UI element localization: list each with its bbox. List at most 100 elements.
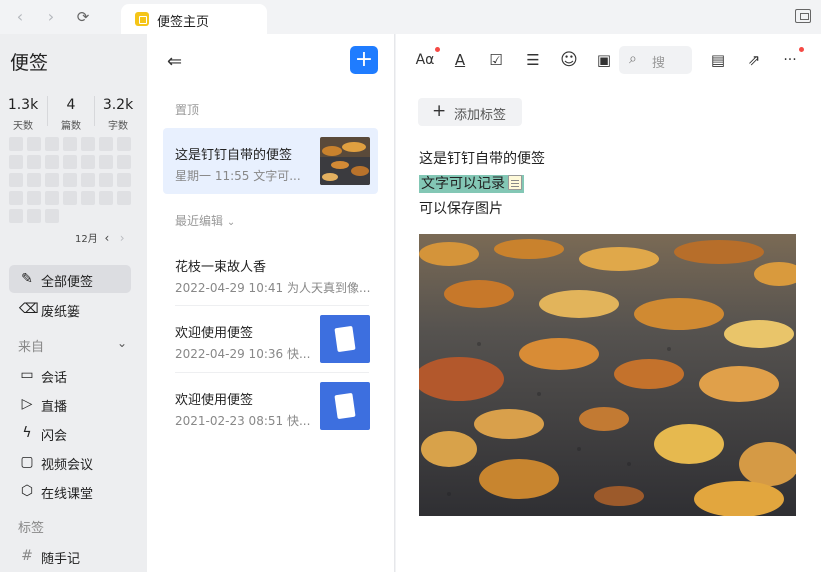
window-restore-icon[interactable] <box>795 9 811 23</box>
stat-value: 1.3k <box>7 97 39 113</box>
note-meta: 2022-04-29 10:41 为人天真到像... <box>175 281 371 295</box>
calendar-day-cell <box>9 137 23 151</box>
sidebar-item-video-meeting[interactable]: ▢ 视频会议 <box>9 448 131 476</box>
content-line[interactable]: 可以保存图片 <box>419 198 503 218</box>
calendar-day-cell <box>45 191 59 205</box>
stat-words: 3.2k 字数 <box>95 97 141 132</box>
stat-label: 字数 <box>108 121 128 132</box>
stat-label: 天数 <box>13 121 33 132</box>
calendar-day-cell <box>63 155 77 169</box>
live-icon: ▷ <box>21 396 33 412</box>
calendar-day-cell <box>99 155 113 169</box>
new-note-button[interactable]: + <box>350 46 378 74</box>
note-thumbnail <box>320 137 370 185</box>
classroom-icon: ⬡ <box>20 483 34 499</box>
month-label: 12月 <box>75 234 98 245</box>
notification-dot <box>799 47 804 52</box>
calendar-day-cell <box>45 155 59 169</box>
more-icon[interactable]: ··· <box>777 48 803 72</box>
forward-arrow-icon[interactable]: › <box>42 8 60 26</box>
refresh-icon[interactable]: ⟳ <box>74 8 92 26</box>
hash-icon: # <box>21 548 33 564</box>
sidebar-item-flash-meeting[interactable]: ϟ 闪会 <box>9 419 131 447</box>
chat-icon: ▭ <box>20 367 34 383</box>
calendar-day-cell <box>27 191 41 205</box>
list-item[interactable]: 欢迎使用便签 2022-04-29 10:36 快... <box>163 306 378 372</box>
plus-icon: + <box>432 101 447 121</box>
sidebar-item-trash[interactable]: ⌫ 废纸篓 <box>9 295 131 323</box>
sidebar-item-label: 会话 <box>41 371 68 386</box>
checkbox-icon[interactable]: ☑ <box>483 48 509 72</box>
memo-icon <box>508 175 522 190</box>
note-title: 欢迎使用便签 <box>175 393 254 408</box>
sidebar-item-label: 全部便签 <box>41 275 94 290</box>
note-title: 这是钉钉自带的便签 <box>175 148 293 163</box>
note-meta: 2021-02-23 08:51 快... <box>175 414 310 428</box>
autumn-leaves-photo[interactable] <box>419 234 796 516</box>
calendar-day-cell <box>27 137 41 151</box>
list-item[interactable]: 花枝一束故人香 2022-04-29 10:41 为人天真到像... <box>163 240 378 306</box>
list-item[interactable]: 欢迎使用便签 2021-02-23 08:51 快... <box>163 373 378 439</box>
recent-group-text: 最近编辑 <box>175 214 224 228</box>
search-placeholder: 搜 <box>652 56 666 71</box>
trash-icon: ⌫ <box>19 301 39 317</box>
sidebar-item-live[interactable]: ▷ 直播 <box>9 390 131 418</box>
note-thumbnail <box>320 315 370 363</box>
list-item[interactable]: 这是钉钉自带的便签 星期一 11:55 文字可... <box>163 128 378 194</box>
font-size-icon[interactable]: Aα <box>412 48 438 72</box>
search-icon: ⌕ <box>629 51 637 67</box>
share-icon[interactable]: ⇗ <box>741 48 767 72</box>
calendar-day-cell <box>81 155 95 169</box>
tab-notes-home[interactable]: 便签主页 <box>121 4 267 34</box>
stat-value: 3.2k <box>102 97 134 113</box>
calendar-day-cell <box>81 137 95 151</box>
sidebar-item-tag-quick-notes[interactable]: # 随手记 <box>9 542 131 570</box>
emoji-icon[interactable]: ☺ <box>556 48 582 72</box>
calendar-day-cell <box>9 209 23 223</box>
calendar-day-cell <box>99 191 113 205</box>
sidebar-item-label: 闪会 <box>41 429 68 444</box>
sidebar-item-label: 废纸篓 <box>41 305 81 320</box>
calendar-day-cell <box>45 209 59 223</box>
divider-icon[interactable]: ☰ <box>520 48 546 72</box>
calendar-day-cell <box>117 191 131 205</box>
notification-dot <box>435 47 440 52</box>
back-arrow-icon[interactable]: ‹ <box>11 8 29 26</box>
stat-days: 1.3k 天数 <box>0 97 46 132</box>
notes-app: ‹ › ⟳ 便签主页 便签 1.3k 天数 4 篇数 3.2k 字数 12月 ‹… <box>0 0 821 572</box>
add-tag-button[interactable]: + 添加标签 <box>418 98 522 126</box>
image-icon[interactable]: ▣ <box>591 48 617 72</box>
tab-label: 便签主页 <box>157 15 210 30</box>
collapse-sidebar-icon[interactable]: ⇐ <box>167 51 182 72</box>
content-line-highlighted[interactable]: 文字可以记录 <box>419 173 524 193</box>
content-line[interactable]: 这是钉钉自带的便签 <box>419 148 545 168</box>
calendar-day-cell <box>81 173 95 187</box>
sidebar-item-label: 在线课堂 <box>41 487 94 502</box>
note-title: 欢迎使用便签 <box>175 326 254 341</box>
video-meeting-icon: ▢ <box>20 454 34 470</box>
text-color-icon[interactable]: A <box>447 48 473 72</box>
add-tag-label: 添加标签 <box>454 108 507 123</box>
pinned-group-label: 置顶 <box>175 103 200 117</box>
source-section-header: 来自 <box>18 340 45 355</box>
next-month-icon[interactable]: › <box>116 231 128 245</box>
sidebar-item-classroom[interactable]: ⬡ 在线课堂 <box>9 477 131 505</box>
note-thumbnail <box>320 382 370 430</box>
calendar-day-cell <box>117 137 131 151</box>
prev-month-icon[interactable]: ‹ <box>101 231 113 245</box>
chevron-down-icon[interactable]: ⌄ <box>117 336 127 350</box>
calendar-day-cell <box>117 173 131 187</box>
calendar-day-cell <box>45 173 59 187</box>
recent-group-label[interactable]: 最近编辑 ⌄ <box>175 212 235 229</box>
sidebar-item-all-notes[interactable]: ✎ 全部便签 <box>9 265 131 293</box>
sidebar-item-chat[interactable]: ▭ 会话 <box>9 361 131 389</box>
note-meta: 星期一 11:55 文字可... <box>175 169 301 183</box>
present-icon[interactable]: ▤ <box>705 48 731 72</box>
note-title: 花枝一束故人香 <box>175 260 267 275</box>
notes-app-icon <box>135 12 149 26</box>
search-input[interactable]: ⌕ 搜 <box>619 46 692 74</box>
month-nav: 12月 ‹ › <box>75 230 128 245</box>
calendar-day-cell <box>9 191 23 205</box>
stat-label: 篇数 <box>61 121 81 132</box>
calendar-day-cell <box>99 173 113 187</box>
